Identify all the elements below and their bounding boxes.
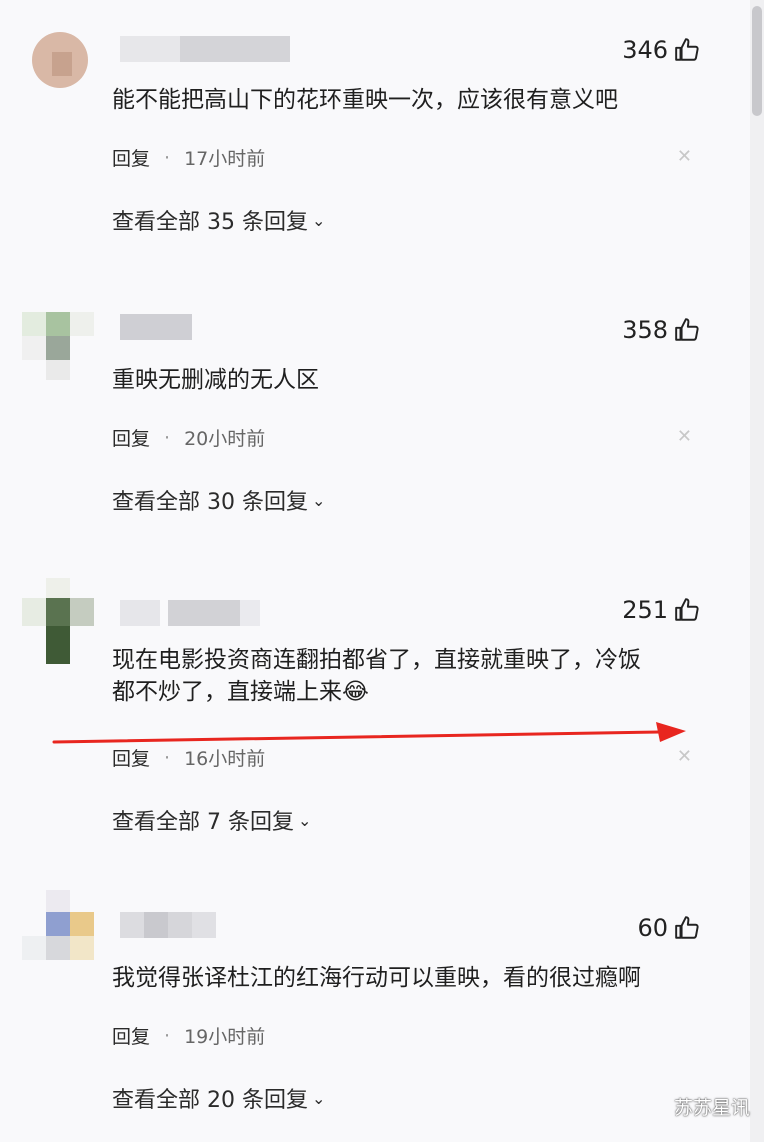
comment-meta: 回复 · 17小时前 [112,144,265,171]
like-count-value: 346 [622,36,668,64]
view-all-label: 查看全部 35 条回复 [112,210,308,235]
timestamp: 16小时前 [184,748,266,770]
username-blurred[interactable] [120,36,290,64]
separator-dot: · [164,146,171,169]
like-count[interactable]: 358 [622,316,700,344]
view-all-label: 查看全部 7 条回复 [112,810,294,835]
timestamp: 19小时前 [184,1026,266,1048]
thumbs-up-icon[interactable] [674,37,700,63]
comment-text: 我觉得张译杜江的红海行动可以重映，看的很过瘾啊 [112,965,641,991]
comment-text-line2: 都不炒了，直接端上来 [112,679,342,705]
comment-item: 358 重映无删减的无人区 回复 · 20小时前 ✕ 查看全部 30 条回复 ⌄ [0,280,750,560]
close-icon[interactable]: ✕ [677,426,692,447]
scrollbar-thumb[interactable] [752,6,762,116]
timestamp: 17小时前 [184,148,266,170]
chevron-down-icon: ⌄ [311,210,326,230]
avatar[interactable] [22,312,96,380]
like-count[interactable]: 60 [637,914,700,942]
thumbs-up-icon[interactable] [674,317,700,343]
watermark: 苏苏星讯 [673,1097,750,1119]
close-icon[interactable]: ✕ [677,746,692,767]
comment-text-line: 现在电影投资商连翻拍都省了，直接就重映了，冷饭 [112,647,641,673]
reply-button[interactable]: 回复 [112,424,150,451]
timestamp: 20小时前 [184,428,266,450]
separator-dot: · [164,426,171,449]
avatar[interactable] [22,578,96,664]
like-count-value: 358 [622,316,668,344]
comment-text-line: 都不炒了，直接端上来😂 [112,676,712,708]
thumbs-up-icon[interactable] [674,915,700,941]
thumbs-up-icon[interactable] [674,597,700,623]
laughing-crying-emoji-icon: 😂 [342,679,369,705]
comment-meta: 回复 · 20小时前 [112,424,265,451]
close-icon[interactable]: ✕ [677,146,692,167]
username-blurred[interactable] [120,314,192,342]
reply-button[interactable]: 回复 [112,744,150,771]
like-count-value: 60 [637,914,668,942]
separator-dot: · [164,1024,171,1047]
view-all-label: 查看全部 30 条回复 [112,490,308,515]
comment-meta: 回复 · 19小时前 [112,1022,265,1049]
like-count[interactable]: 251 [622,596,700,624]
comment-item: 251 现在电影投资商连翻拍都省了，直接就重映了，冷饭 都不炒了，直接端上来😂 … [0,560,750,860]
view-all-replies-button[interactable]: 查看全部 20 条回复 ⌄ [112,1082,325,1114]
comment-text: 能不能把高山下的花环重映一次，应该很有意义吧 [112,87,618,113]
avatar[interactable] [22,890,96,960]
like-count-value: 251 [622,596,668,624]
like-count[interactable]: 346 [622,36,700,64]
chevron-down-icon: ⌄ [311,490,326,510]
chevron-down-icon: ⌄ [311,1088,326,1108]
comment-text: 现在电影投资商连翻拍都省了，直接就重映了，冷饭 都不炒了，直接端上来😂 [112,644,712,708]
comment-item: 60 我觉得张译杜江的红海行动可以重映，看的很过瘾啊 回复 · 19小时前 查看… [0,860,750,1142]
scrollbar[interactable] [750,0,764,1142]
view-all-replies-button[interactable]: 查看全部 7 条回复 ⌄ [112,804,311,836]
username-blurred[interactable] [120,600,260,628]
reply-button[interactable]: 回复 [112,144,150,171]
view-all-label: 查看全部 20 条回复 [112,1088,308,1113]
view-all-replies-button[interactable]: 查看全部 35 条回复 ⌄ [112,204,325,236]
comment-text: 重映无删减的无人区 [112,367,319,393]
comment-meta: 回复 · 16小时前 [112,744,265,771]
view-all-replies-button[interactable]: 查看全部 30 条回复 ⌄ [112,484,325,516]
reply-button[interactable]: 回复 [112,1022,150,1049]
chevron-down-icon: ⌄ [297,810,312,830]
avatar[interactable] [22,28,96,92]
username-blurred[interactable] [120,912,216,940]
comment-item: 346 能不能把高山下的花环重映一次，应该很有意义吧 回复 · 17小时前 ✕ … [0,0,750,280]
separator-dot: · [164,746,171,769]
